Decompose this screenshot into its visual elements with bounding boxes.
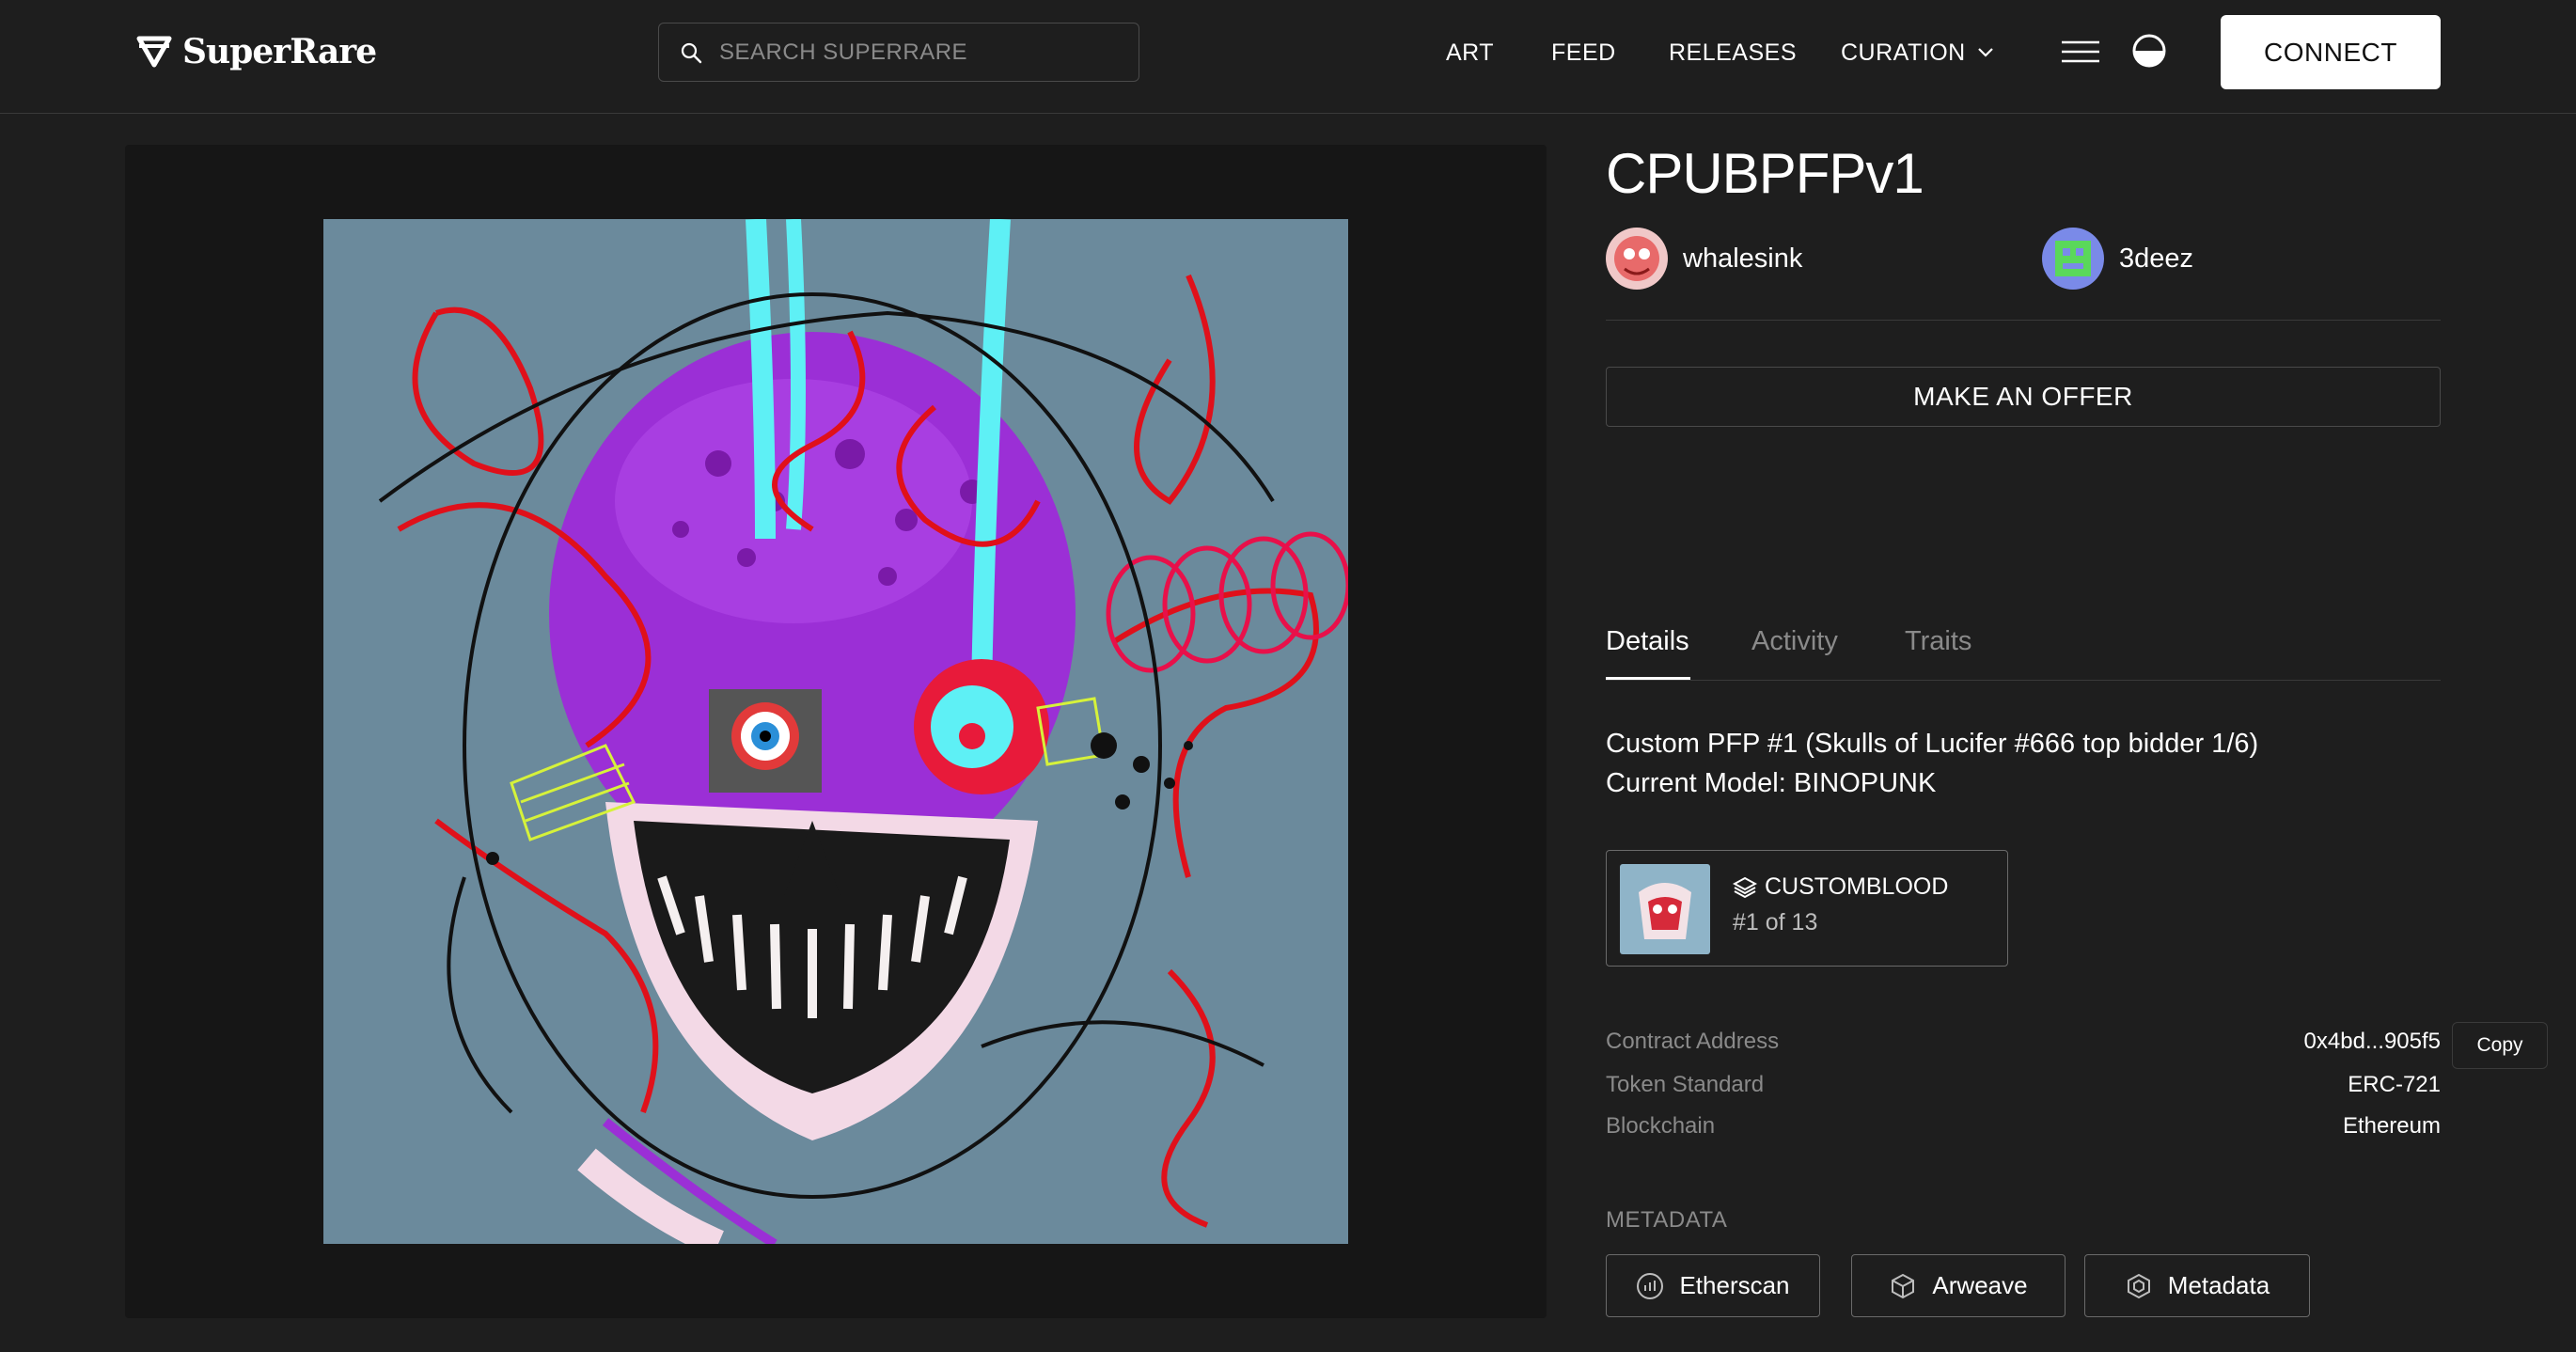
top-navigation-bar: SuperRare ART FEED RELEASES CURATION CON… bbox=[0, 0, 2576, 114]
nav-feed[interactable]: FEED bbox=[1551, 34, 1616, 71]
collection-name: CUSTOMBLOOD bbox=[1765, 873, 1949, 900]
nav-art[interactable]: ART bbox=[1446, 34, 1494, 71]
owner-link[interactable]: 3deez bbox=[2042, 228, 2193, 290]
tab-bar: Details Activity Traits bbox=[1606, 622, 2441, 681]
copy-address-button[interactable]: Copy bbox=[2452, 1022, 2548, 1069]
search-icon bbox=[681, 42, 702, 63]
menu-icon[interactable] bbox=[2062, 39, 2099, 64]
hexagon-icon bbox=[2127, 1273, 2150, 1298]
connect-button[interactable]: CONNECT bbox=[2221, 15, 2441, 89]
collection-card[interactable]: CUSTOMBLOOD #1 of 13 bbox=[1606, 850, 2008, 967]
divider bbox=[1606, 320, 2441, 321]
tab-details[interactable]: Details bbox=[1606, 626, 1689, 657]
nav-curation[interactable]: CURATION bbox=[1841, 34, 1994, 71]
blockchain-row: Blockchain Ethereum bbox=[1606, 1113, 2441, 1151]
artwork-image[interactable] bbox=[323, 219, 1348, 1244]
tab-traits[interactable]: Traits bbox=[1905, 626, 1971, 657]
creator-avatar bbox=[1606, 228, 1668, 290]
arweave-button[interactable]: Arweave bbox=[1851, 1254, 2066, 1317]
collection-title: CUSTOMBLOOD bbox=[1733, 873, 1948, 901]
metadata-label: Metadata bbox=[2167, 1271, 2270, 1299]
etherscan-label: Etherscan bbox=[1679, 1271, 1790, 1299]
creator-name: whalesink bbox=[1683, 243, 1803, 274]
artwork-title: CPUBPFPv1 bbox=[1606, 142, 1924, 205]
nav-art-label: ART bbox=[1446, 39, 1495, 66]
owner-name: 3deez bbox=[2119, 243, 2194, 274]
creator-link[interactable]: whalesink bbox=[1606, 228, 1802, 290]
contract-address-label: Contract Address bbox=[1606, 1029, 1780, 1054]
nav-feed-label: FEED bbox=[1551, 39, 1616, 66]
token-standard-value: ERC-721 bbox=[2348, 1072, 2441, 1097]
blockchain-value: Ethereum bbox=[2342, 1113, 2441, 1139]
nav-releases-label: RELEASES bbox=[1669, 39, 1798, 66]
token-standard-row: Token Standard ERC-721 bbox=[1606, 1072, 2441, 1109]
cube-icon bbox=[1892, 1273, 1915, 1298]
layers-icon bbox=[1733, 876, 1757, 898]
description-line: Current Model: BINOPUNK bbox=[1606, 768, 1937, 798]
metadata-heading: METADATA bbox=[1606, 1207, 1728, 1233]
diamond-icon bbox=[136, 36, 172, 68]
collection-edition: #1 of 13 bbox=[1733, 909, 1818, 935]
nav-releases[interactable]: RELEASES bbox=[1669, 34, 1797, 71]
superrare-logo[interactable]: SuperRare bbox=[135, 28, 377, 75]
owner-avatar bbox=[2042, 228, 2104, 290]
metadata-button[interactable]: Metadata bbox=[2084, 1254, 2310, 1317]
etherscan-icon bbox=[1637, 1272, 1664, 1299]
tab-activity[interactable]: Activity bbox=[1751, 626, 1838, 657]
active-tab-indicator bbox=[1606, 677, 1690, 680]
logo-text: SuperRare bbox=[182, 32, 377, 71]
theme-toggle-icon[interactable] bbox=[2132, 34, 2166, 68]
chevron-down-icon bbox=[1977, 48, 1993, 57]
search-input[interactable] bbox=[719, 39, 1114, 66]
artwork-description: Custom PFP #1 (Skulls of Lucifer #666 to… bbox=[1606, 724, 2258, 803]
token-standard-label: Token Standard bbox=[1606, 1072, 1765, 1097]
blockchain-label: Blockchain bbox=[1606, 1113, 1716, 1139]
arweave-label: Arweave bbox=[1932, 1271, 2028, 1299]
make-offer-button[interactable]: MAKE AN OFFER bbox=[1606, 367, 2441, 427]
search-box[interactable] bbox=[658, 23, 1139, 82]
contract-address-row: Contract Address 0x4bd...905f5 bbox=[1606, 1029, 2441, 1066]
contract-address-value: 0x4bd...905f5 bbox=[2303, 1029, 2441, 1054]
collection-thumbnail bbox=[1620, 864, 1710, 954]
description-line: Custom PFP #1 (Skulls of Lucifer #666 to… bbox=[1606, 729, 2259, 759]
etherscan-button[interactable]: Etherscan bbox=[1606, 1254, 1820, 1317]
nav-curation-label: CURATION bbox=[1841, 39, 1966, 66]
